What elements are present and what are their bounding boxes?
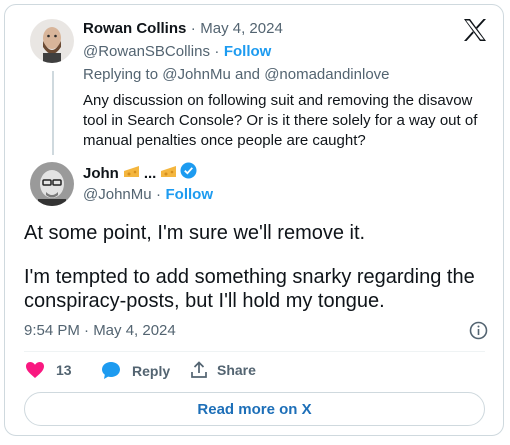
reply-action[interactable]: Reply <box>101 361 170 380</box>
replying-to-prefix: Replying to <box>83 66 159 83</box>
replying-to-user-johnmu[interactable]: @JohnMu <box>162 66 231 83</box>
heart-icon <box>26 362 44 378</box>
reply-bubble-icon <box>102 362 120 379</box>
reply-date[interactable]: May 4, 2024 <box>200 20 283 37</box>
share-icon <box>191 361 207 378</box>
main-handle-row: @JohnMu · Follow <box>83 186 213 204</box>
x-logo-icon[interactable] <box>463 19 487 46</box>
separator-dot: · <box>190 20 196 37</box>
replying-to-user-nomad[interactable]: @nomadandinlove <box>264 66 389 83</box>
info-icon[interactable] <box>469 321 488 345</box>
reply-text-line: manual penalties once people are caught? <box>83 132 366 149</box>
read-more-on-x-button[interactable]: Read more on X <box>24 392 485 426</box>
john-avatar[interactable] <box>30 162 74 206</box>
main-author-name[interactable]: John <box>83 165 119 182</box>
rowan-avatar[interactable] <box>30 19 74 63</box>
main-timestamp[interactable]: 9:54 PM · May 4, 2024 <box>24 322 176 339</box>
reply-text-line: tool in Search Console? Or is it there s… <box>83 112 478 129</box>
verified-badge-icon <box>180 162 197 184</box>
reply-label: Reply <box>132 362 171 379</box>
share-label: Share <box>217 362 256 378</box>
main-text-line: I'm tempted to add something snarky rega… <box>24 266 475 288</box>
thread-connector-line <box>52 71 54 155</box>
like-action[interactable]: 13 <box>25 361 72 379</box>
reply-tweet-text: Any discussion on following suit and rem… <box>83 91 477 151</box>
replying-to-line: Replying to @JohnMu and @nomadandinlove <box>83 66 390 83</box>
main-text-line: conspiracy-posts, but I'll hold my tongu… <box>24 290 385 312</box>
follow-button-rowan[interactable]: Follow <box>224 43 272 60</box>
separator-dot: · <box>214 43 220 60</box>
cheese-icon <box>123 164 140 183</box>
follow-button-john[interactable]: Follow <box>166 186 214 203</box>
replying-to-and: and <box>234 66 261 83</box>
main-handle[interactable]: @JohnMu <box>83 186 152 203</box>
reply-handle[interactable]: @RowanSBCollins <box>83 43 210 60</box>
main-tweet-text: At some point, I'm sure we'll remove it.… <box>24 221 475 313</box>
share-action[interactable]: Share <box>190 361 256 379</box>
reply-tweet-header: Rowan Collins · May 4, 2024 <box>83 20 283 38</box>
reply-text-line: Any discussion on following suit and rem… <box>83 92 473 109</box>
tweet-embed-card: Rowan Collins · May 4, 2024 @RowanSBColl… <box>4 4 504 436</box>
reply-handle-row: @RowanSBCollins · Follow <box>83 43 271 61</box>
read-more-label: Read more on X <box>197 400 312 418</box>
divider <box>24 351 485 352</box>
main-text-line: At some point, I'm sure we'll remove it. <box>24 222 366 244</box>
like-count: 13 <box>56 362 72 378</box>
name-ellipsis: ... <box>143 164 157 182</box>
cheese-icon <box>160 164 177 183</box>
separator-dot: · <box>156 186 162 203</box>
reply-author-name[interactable]: Rowan Collins <box>83 20 186 37</box>
main-tweet-header: John ... <box>83 162 197 184</box>
